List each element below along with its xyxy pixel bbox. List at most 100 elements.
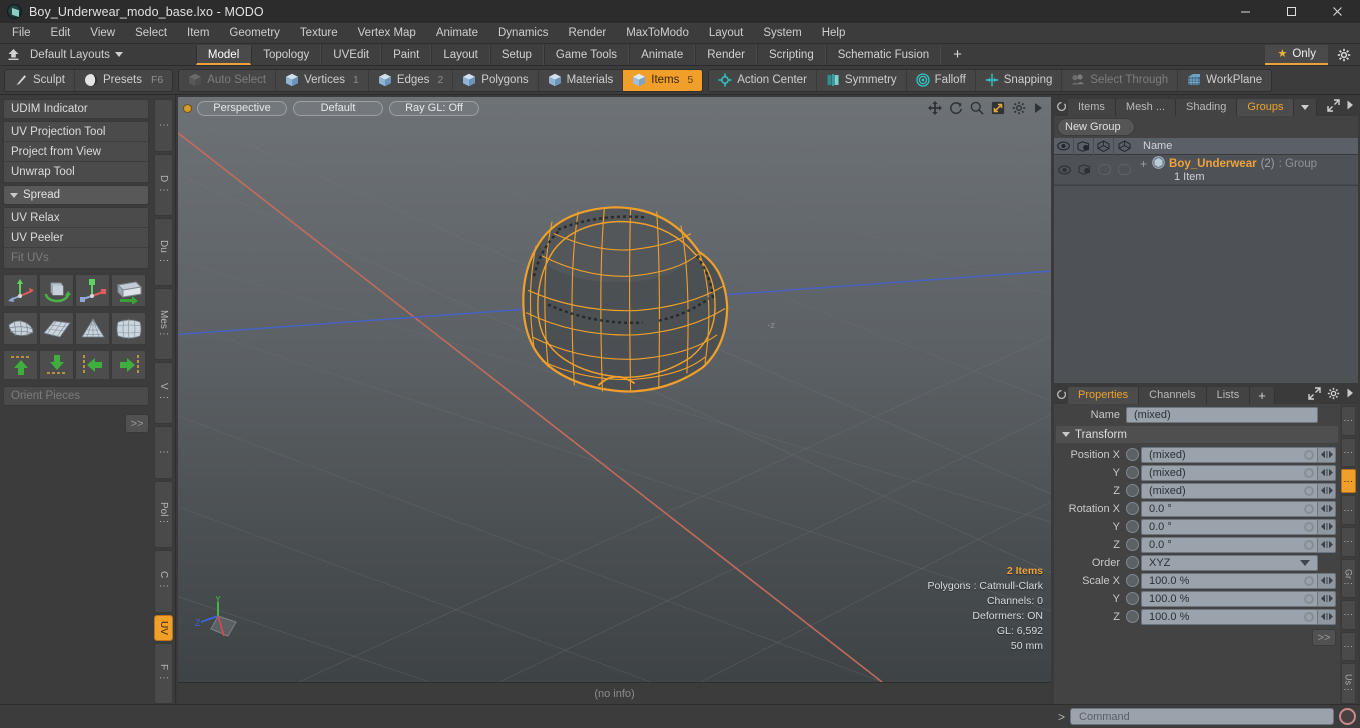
layout-tab-game-tools[interactable]: Game Tools (543, 44, 630, 65)
left-vtab-6[interactable]: Pol⋮ (154, 480, 173, 548)
mode-button-auto-select[interactable]: Auto Select (179, 69, 277, 91)
mode-button-materials[interactable]: Materials (539, 69, 624, 91)
layout-tab-scripting[interactable]: Scripting (756, 44, 826, 65)
rotate-gizmo-icon[interactable] (39, 274, 74, 307)
properties-vtab-6[interactable]: ⋮ (1341, 600, 1356, 630)
align-down-icon[interactable] (39, 350, 74, 380)
gear-icon[interactable] (1012, 101, 1026, 115)
properties-tab-add[interactable]: + (1250, 387, 1275, 404)
tool-button-fit-uvs[interactable]: Fit UVs (4, 248, 148, 268)
mode-button-symmetry[interactable]: Symmetry (817, 69, 907, 91)
property-value-input[interactable]: (mixed) (1141, 482, 1300, 499)
layout-tab-schematic-fusion[interactable]: Schematic Fusion (825, 44, 942, 65)
property-channel-knob[interactable] (1126, 574, 1139, 587)
mode-button-items[interactable]: Items 5 (623, 69, 703, 91)
properties-tab-lists[interactable]: Lists (1206, 387, 1251, 404)
property-spinner[interactable] (1318, 590, 1336, 607)
only-toggle[interactable]: ★ Only (1265, 44, 1328, 65)
layout-tab-layout[interactable]: Layout (431, 44, 490, 65)
name-field[interactable]: (mixed) (1126, 406, 1318, 423)
property-channel-knob[interactable] (1126, 538, 1139, 551)
viewport-shading-dropdown[interactable]: Default (293, 100, 383, 116)
layout-tab-model[interactable]: Model (195, 44, 252, 65)
tool-button-unwrap-tool[interactable]: Unwrap Tool (4, 162, 148, 182)
panel-tab-shading[interactable]: Shading (1176, 99, 1238, 116)
menu-item-maxtomodo[interactable]: MaxToModo (616, 23, 699, 44)
properties-menu-dot-icon[interactable] (1054, 385, 1068, 404)
rotation-order-select[interactable]: XYZ (1141, 554, 1318, 571)
align-up-icon[interactable] (3, 350, 38, 380)
menu-item-item[interactable]: Item (177, 23, 219, 44)
command-input[interactable]: Command (1070, 708, 1334, 725)
property-value-input[interactable]: 100.0 % (1141, 590, 1300, 607)
mode-button-snapping[interactable]: Snapping (976, 69, 1063, 91)
chevron-right-icon[interactable] (1346, 388, 1354, 401)
property-spinner[interactable] (1318, 518, 1336, 535)
perspective-viewport[interactable]: -z Perspective Default Ray GL: Off Y Z 2… (178, 97, 1051, 682)
property-spinner[interactable] (1318, 446, 1336, 463)
mode-button-falloff[interactable]: Falloff (907, 69, 976, 91)
pan-icon[interactable] (928, 101, 942, 115)
properties-vtab-0[interactable]: ⋮ (1341, 406, 1356, 436)
property-value-input[interactable]: (mixed) (1141, 446, 1300, 463)
properties-vtab-3[interactable]: ⋮ (1341, 495, 1356, 525)
menu-item-texture[interactable]: Texture (290, 23, 348, 44)
menu-item-help[interactable]: Help (812, 23, 856, 44)
tool-button-uv-projection-tool[interactable]: UV Projection Tool (4, 122, 148, 142)
panel-menu-dot-icon[interactable] (1054, 97, 1068, 116)
chevron-right-icon[interactable] (1346, 100, 1354, 113)
property-channel-knob[interactable] (1126, 466, 1139, 479)
tool-button-project-from-view[interactable]: Project from View (4, 142, 148, 162)
property-spinner[interactable] (1318, 500, 1336, 517)
left-vtab-3[interactable]: Mes⋮ (154, 288, 173, 361)
property-spinner[interactable] (1318, 464, 1336, 481)
panel-tab-items[interactable]: Items (1068, 99, 1116, 116)
menu-item-select[interactable]: Select (125, 23, 177, 44)
property-channel-knob[interactable] (1126, 610, 1139, 623)
maximize-button[interactable] (1268, 0, 1314, 23)
mode-button-sculpt[interactable]: Sculpt (5, 69, 75, 91)
mode-button-action-center[interactable]: Action Center (709, 69, 817, 91)
menu-item-geometry[interactable]: Geometry (219, 23, 290, 44)
udim-indicator-button[interactable]: UDIM Indicator (3, 99, 149, 119)
mode-button-edges[interactable]: Edges 2 (369, 69, 454, 91)
mode-button-workplane[interactable]: WorkPlane (1178, 70, 1271, 91)
properties-tab-properties[interactable]: Properties (1068, 387, 1140, 404)
mode-button-presets[interactable]: Presets F6 (75, 70, 172, 91)
default-layouts-dropdown[interactable]: Default Layouts (26, 49, 131, 61)
mode-button-select-through[interactable]: Select Through (1062, 69, 1179, 91)
properties-vtab-2[interactable]: ⋮ (1341, 469, 1356, 494)
move-gizmo-icon[interactable] (3, 274, 38, 307)
layout-tab-animate[interactable]: Animate (629, 44, 696, 65)
property-channel-knob[interactable] (1126, 484, 1139, 497)
menu-item-system[interactable]: System (753, 23, 811, 44)
menu-item-layout[interactable]: Layout (699, 23, 754, 44)
table-row[interactable]: + Boy_Underwear (2) : Group 1 Item (1054, 155, 1358, 185)
layout-tab-paint[interactable]: Paint (381, 44, 432, 65)
left-panel-more-button[interactable]: >> (125, 414, 149, 433)
gear-icon[interactable] (1328, 48, 1360, 62)
chevron-right-icon[interactable] (1033, 102, 1043, 114)
axis-gizmo[interactable]: Y Z (194, 594, 250, 652)
transform-section-header[interactable]: Transform (1056, 426, 1338, 443)
zoom-icon[interactable] (970, 101, 984, 115)
property-channel-knob[interactable] (1126, 520, 1139, 533)
property-value-input[interactable]: 100.0 % (1141, 572, 1300, 589)
left-vtab-8[interactable]: UV (154, 614, 173, 641)
mode-button-vertices[interactable]: Vertices 1 (276, 69, 369, 91)
expand-icon[interactable] (1327, 98, 1340, 115)
property-value-input[interactable]: 0.0 ° (1141, 500, 1300, 517)
menu-item-animate[interactable]: Animate (426, 23, 488, 44)
row-cage-toggle[interactable] (1114, 155, 1134, 185)
layout-tab-setup[interactable]: Setup (489, 44, 544, 65)
scale-gizmo-icon[interactable] (75, 274, 110, 307)
add-layout-tab-button[interactable]: + (941, 45, 974, 65)
left-vtab-0[interactable]: ⋮ (154, 99, 173, 152)
property-channel-knob[interactable] (1126, 592, 1139, 605)
minimize-button[interactable] (1222, 0, 1268, 23)
property-channel-knob[interactable] (1126, 448, 1139, 461)
row-visibility-toggle[interactable] (1054, 155, 1074, 185)
mode-button-polygons[interactable]: Polygons (453, 69, 539, 91)
new-group-button[interactable]: New Group (1057, 118, 1135, 136)
left-vtab-7[interactable]: C ⋮ (154, 549, 173, 613)
